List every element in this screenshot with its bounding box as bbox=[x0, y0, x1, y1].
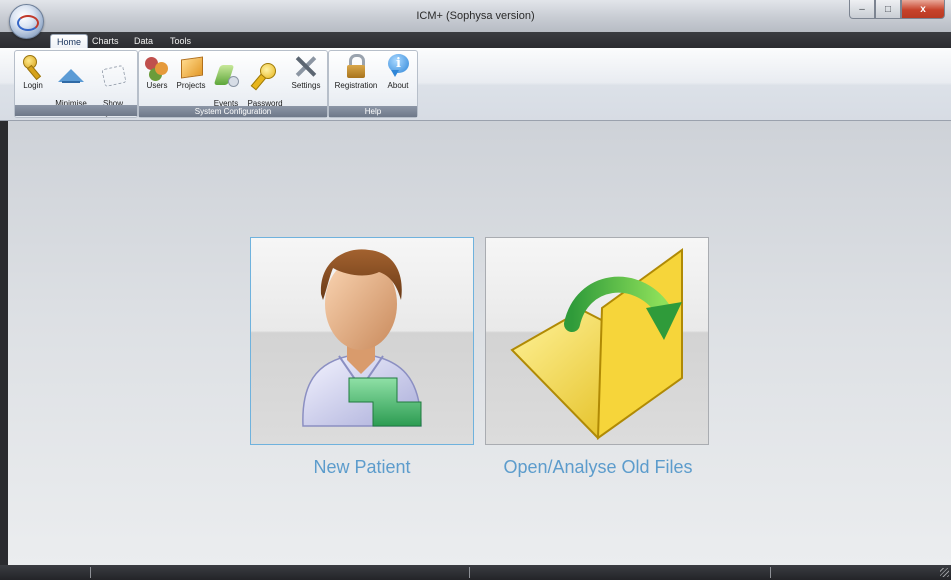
minimise-ribbon-icon bbox=[58, 62, 84, 88]
about-button[interactable]: About bbox=[383, 53, 413, 90]
main-workspace: New Patient Open/Analyse Old Files bbox=[8, 121, 951, 565]
users-label: Users bbox=[146, 81, 168, 90]
status-bar bbox=[0, 565, 951, 580]
tab-home[interactable]: Home bbox=[50, 34, 89, 48]
new-patient-label: New Patient bbox=[313, 457, 411, 477]
open-folder-icon bbox=[510, 248, 683, 440]
tab-data[interactable]: Data bbox=[128, 34, 159, 48]
status-separator bbox=[469, 567, 470, 578]
maximize-button[interactable]: □ bbox=[875, 0, 901, 19]
ribbon-tab-strip: Home Charts Data Tools bbox=[0, 32, 951, 48]
window-controls: – □ x bbox=[849, 0, 945, 19]
settings-tools-icon bbox=[293, 53, 319, 79]
app-logo-icon bbox=[17, 15, 39, 31]
events-config-icon bbox=[213, 62, 239, 88]
group-label-system-configuration: System Configuration bbox=[139, 106, 327, 117]
open-analyse-old-files-label: Open/Analyse Old Files bbox=[503, 457, 693, 477]
login-button[interactable]: Login bbox=[18, 53, 48, 90]
tab-charts[interactable]: Charts bbox=[86, 34, 125, 48]
ribbon-group-help: Registration About Help bbox=[328, 50, 418, 118]
lock-icon bbox=[343, 53, 369, 79]
open-analyse-old-files-button[interactable] bbox=[485, 237, 709, 445]
resize-grip[interactable] bbox=[940, 568, 949, 577]
left-edge bbox=[0, 121, 8, 565]
ribbon-group-system-configuration: Users Projects Events Config Password Ch… bbox=[138, 50, 328, 118]
app-menu-button[interactable] bbox=[9, 4, 44, 39]
group-label-help: Help bbox=[329, 106, 417, 117]
users-icon bbox=[144, 53, 170, 79]
projects-button[interactable]: Projects bbox=[173, 53, 209, 90]
title-bar: ICM+ (Sophysa version) – □ x bbox=[0, 0, 951, 39]
status-separator bbox=[90, 567, 91, 578]
window-title: ICM+ (Sophysa version) bbox=[416, 10, 535, 22]
keyboard-icon bbox=[100, 62, 126, 88]
info-icon bbox=[385, 53, 411, 79]
projects-label: Projects bbox=[176, 81, 206, 90]
ribbon: Login Minimise Ribbon Show Keyboard User… bbox=[0, 48, 951, 121]
group-label-general bbox=[15, 105, 137, 116]
minimize-button[interactable]: – bbox=[849, 0, 875, 19]
tab-tools[interactable]: Tools bbox=[164, 34, 197, 48]
key-icon bbox=[20, 53, 46, 79]
users-button[interactable]: Users bbox=[142, 53, 172, 90]
password-key-icon bbox=[252, 62, 278, 88]
registration-label: Registration bbox=[334, 81, 378, 90]
status-separator bbox=[770, 567, 771, 578]
settings-button[interactable]: Settings bbox=[287, 53, 325, 90]
login-label: Login bbox=[23, 81, 43, 90]
new-patient-icon bbox=[302, 249, 422, 427]
projects-box-icon bbox=[178, 53, 204, 79]
about-label: About bbox=[387, 81, 409, 90]
new-patient-button[interactable] bbox=[250, 237, 474, 445]
registration-button[interactable]: Registration bbox=[331, 53, 381, 90]
settings-label: Settings bbox=[291, 81, 321, 90]
close-button[interactable]: x bbox=[901, 0, 945, 19]
